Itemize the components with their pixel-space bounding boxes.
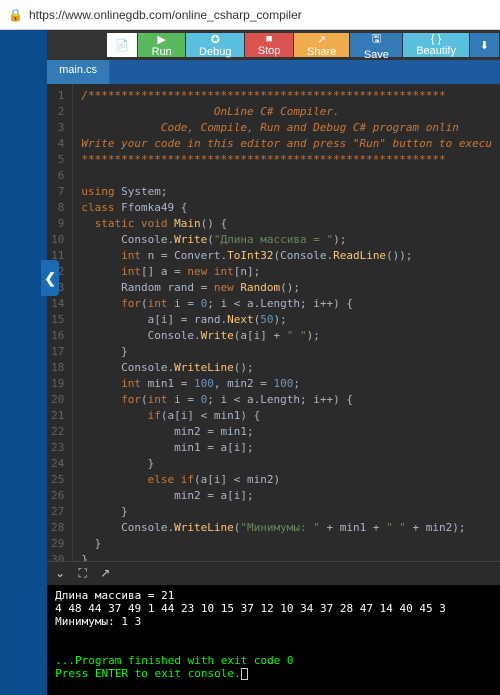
fullscreen-icon[interactable]: ⛶: [79, 566, 87, 580]
beautify-button[interactable]: { } Beautify: [403, 33, 468, 57]
url-input[interactable]: [29, 8, 492, 22]
popout-icon[interactable]: ↗: [100, 566, 110, 580]
save-button[interactable]: 🖫 Save: [350, 33, 402, 57]
stop-button[interactable]: ■ Stop: [245, 33, 293, 57]
toolbar: 📄 ▶ Run ✪ Debug ■ Stop ↗ Share 🖫 Save { …: [47, 30, 500, 60]
run-button[interactable]: ▶ Run: [138, 33, 185, 57]
share-button[interactable]: ↗ Share: [294, 33, 350, 57]
sidebar: ❮: [0, 30, 47, 695]
debug-button[interactable]: ✪ Debug: [186, 33, 244, 57]
code-area[interactable]: /***************************************…: [73, 84, 500, 561]
code-editor[interactable]: 1234567891011121314151617181920212223242…: [47, 84, 500, 561]
lock-icon: 🔒: [8, 8, 23, 22]
download-button[interactable]: ⬇: [470, 33, 499, 57]
sidebar-toggle[interactable]: ❮: [41, 260, 59, 296]
tab-main[interactable]: main.cs: [47, 60, 110, 84]
console-controls: ⌄ ⛶ ↗: [47, 561, 500, 585]
expand-icon[interactable]: ⌄: [55, 566, 65, 580]
new-file-button[interactable]: 📄: [107, 33, 137, 57]
url-bar: 🔒: [0, 0, 500, 30]
tab-bar: main.cs: [47, 60, 500, 84]
gutter: 1234567891011121314151617181920212223242…: [47, 84, 73, 561]
console-output[interactable]: Длина массива = 214 48 44 37 49 1 44 23 …: [47, 585, 500, 695]
